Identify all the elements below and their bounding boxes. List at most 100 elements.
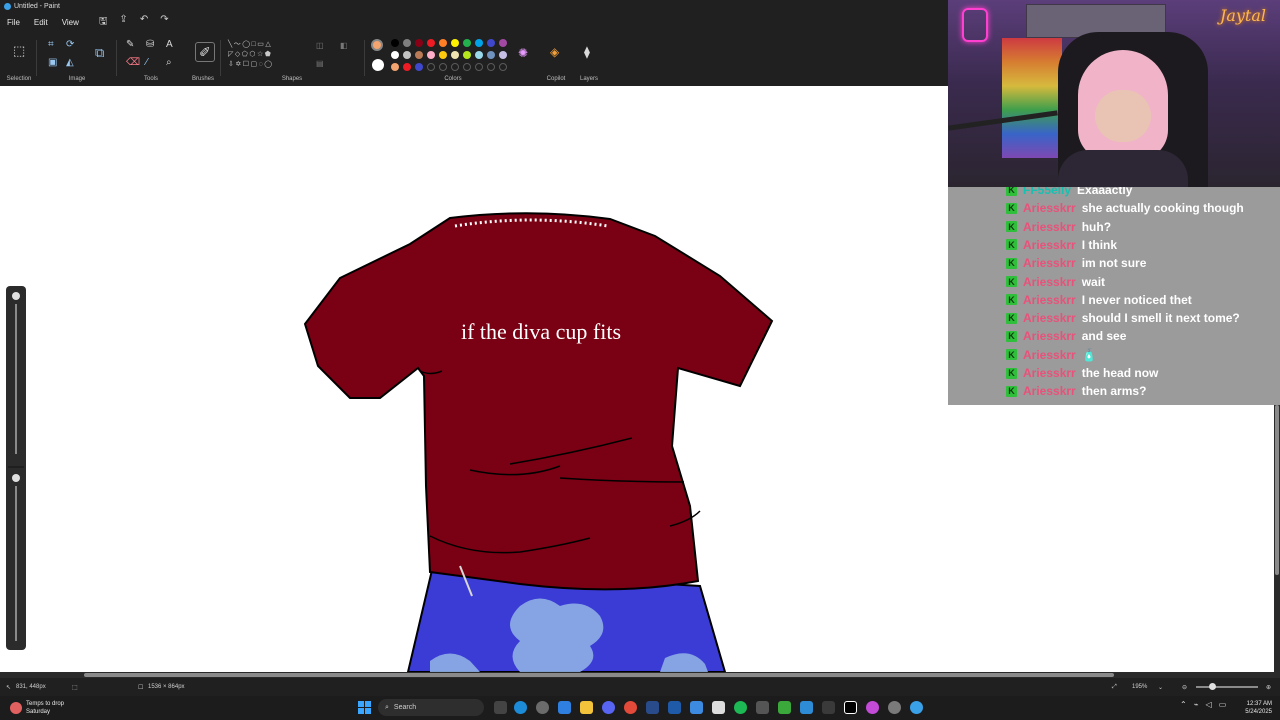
text-icon[interactable]: A: [166, 40, 173, 50]
chat-username[interactable]: Ariesskrr: [1023, 348, 1076, 362]
resize-icon[interactable]: ⧉: [95, 46, 104, 59]
color-swatch[interactable]: [475, 51, 483, 59]
copilot-app-icon[interactable]: [558, 701, 571, 714]
crop-icon[interactable]: ⌗: [48, 40, 54, 50]
fill-icon[interactable]: ⛁: [146, 40, 154, 50]
weather-widget[interactable]: Temps to drop Saturday: [10, 700, 64, 716]
copilot-icon[interactable]: ◈: [550, 46, 559, 58]
primary-color-swatch[interactable]: [371, 39, 383, 51]
zoom-dropdown-icon[interactable]: ⌄: [1158, 684, 1163, 691]
selection-icon[interactable]: ⬚: [13, 44, 25, 57]
chat-username[interactable]: FF55elly: [1023, 187, 1071, 197]
task-view-icon[interactable]: [494, 701, 507, 714]
color-swatch[interactable]: [415, 39, 423, 47]
color-swatch[interactable]: [463, 63, 471, 71]
chat-username[interactable]: Ariesskrr: [1023, 275, 1076, 289]
obs-icon[interactable]: [866, 701, 879, 714]
color-swatch[interactable]: [463, 51, 471, 59]
settings-icon[interactable]: [536, 701, 549, 714]
color-swatch[interactable]: [427, 51, 435, 59]
color-swatch[interactable]: [439, 63, 447, 71]
color-swatch[interactable]: [415, 63, 423, 71]
color-swatch[interactable]: [487, 63, 495, 71]
color-swatch[interactable]: [439, 51, 447, 59]
color-swatch[interactable]: [487, 51, 495, 59]
chat-username[interactable]: Ariesskrr: [1023, 366, 1076, 380]
menu-edit[interactable]: Edit: [34, 18, 48, 27]
chat-username[interactable]: Ariesskrr: [1023, 256, 1076, 270]
remove-background-icon[interactable]: ▣: [48, 58, 57, 68]
shapes-gallery[interactable]: ╲〜◯□▭△ ◸◇⬠⬡☆⬟ ⇩✡☐▢◌◯: [228, 40, 308, 70]
photos-icon[interactable]: [800, 701, 813, 714]
color-swatch[interactable]: [451, 51, 459, 59]
color-swatch[interactable]: [403, 39, 411, 47]
paint-taskbar-icon[interactable]: [910, 701, 923, 714]
chat-username[interactable]: Ariesskrr: [1023, 293, 1076, 307]
network-icon[interactable]: ⌁: [1194, 700, 1199, 709]
color-swatch[interactable]: [391, 63, 399, 71]
battery-icon[interactable]: ▭: [1219, 700, 1227, 709]
redo-icon[interactable]: ↷: [160, 14, 168, 31]
edge-icon[interactable]: [514, 701, 527, 714]
secondary-color-swatch[interactable]: [372, 59, 384, 71]
zoom-track[interactable]: [1196, 686, 1258, 688]
color-swatch[interactable]: [427, 39, 435, 47]
chat-username[interactable]: Ariesskrr: [1023, 201, 1076, 215]
r-app-icon[interactable]: [844, 701, 857, 714]
color-swatch[interactable]: [451, 39, 459, 47]
fill-shape-icon[interactable]: ◧: [340, 42, 348, 50]
color-swatch[interactable]: [475, 39, 483, 47]
chat-username[interactable]: Ariesskrr: [1023, 220, 1076, 234]
chat-username[interactable]: Ariesskrr: [1023, 238, 1076, 252]
notepad-icon[interactable]: [712, 701, 725, 714]
zoom-level[interactable]: 195%: [1132, 684, 1147, 690]
shape-fill-icon[interactable]: ▤: [316, 60, 324, 68]
outline-icon[interactable]: ◫: [316, 42, 324, 50]
security-icon[interactable]: [668, 701, 681, 714]
start-button[interactable]: [358, 701, 371, 714]
color-swatch[interactable]: [475, 63, 483, 71]
color-swatch[interactable]: [391, 39, 399, 47]
color-swatch[interactable]: [403, 63, 411, 71]
menu-view[interactable]: View: [62, 18, 79, 27]
pencil-icon[interactable]: ✎: [126, 40, 134, 50]
chat-username[interactable]: Ariesskrr: [1023, 329, 1076, 343]
menu-file[interactable]: File: [7, 18, 20, 27]
zoom-in-icon[interactable]: ⊕: [1266, 684, 1271, 691]
taskbar-search[interactable]: ⌕ Search: [378, 699, 484, 716]
app-icon-2[interactable]: [822, 701, 835, 714]
eraser-icon[interactable]: ⌫: [126, 58, 140, 68]
fit-window-icon[interactable]: ⤢: [1112, 684, 1117, 691]
zoom-knob[interactable]: [1209, 683, 1216, 690]
clock[interactable]: 12:37 AM 5/24/2025: [1236, 700, 1272, 716]
xbox-icon[interactable]: [778, 701, 791, 714]
flip-icon[interactable]: ◭: [66, 58, 74, 68]
slider-handle[interactable]: [12, 474, 20, 482]
color-swatch[interactable]: [391, 51, 399, 59]
layers-icon[interactable]: ⧫: [584, 46, 590, 58]
scroll-thumb[interactable]: [84, 673, 1114, 677]
color-swatch[interactable]: [463, 39, 471, 47]
scroll-thumb[interactable]: [1275, 405, 1279, 575]
color-swatch[interactable]: [427, 63, 435, 71]
edit-colors-icon[interactable]: ✺: [518, 47, 528, 59]
discord-icon[interactable]: [602, 701, 615, 714]
color-swatch[interactable]: [403, 51, 411, 59]
undo-icon[interactable]: ↶: [140, 14, 148, 31]
zoom-out-icon[interactable]: ⊖: [1182, 684, 1187, 691]
color-picker-icon[interactable]: ⁄: [146, 58, 148, 68]
share-icon[interactable]: ⇪: [119, 14, 127, 31]
slider-handle[interactable]: [12, 292, 20, 300]
zoom-slider[interactable]: [6, 286, 26, 650]
app-icon-3[interactable]: [888, 701, 901, 714]
app-icon[interactable]: [646, 701, 659, 714]
chat-username[interactable]: Ariesskrr: [1023, 311, 1076, 325]
color-swatch[interactable]: [451, 63, 459, 71]
store-icon[interactable]: [690, 701, 703, 714]
volume-icon[interactable]: ◁: [1206, 700, 1212, 709]
color-swatch[interactable]: [499, 63, 507, 71]
save-icon[interactable]: 🖫: [99, 14, 108, 31]
spotify-icon[interactable]: [734, 701, 747, 714]
vertical-scrollbar[interactable]: [1274, 405, 1280, 672]
magnifier-icon[interactable]: ⌕: [166, 58, 172, 68]
